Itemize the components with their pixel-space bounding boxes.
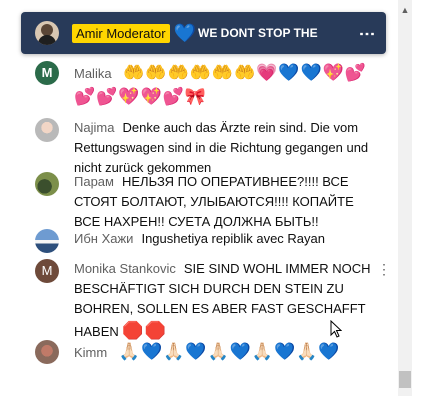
author-name[interactable]: Kimm [74,345,107,360]
message-body: Najima Denke auch das Ärzte rein sind. Di… [74,118,374,178]
kebab-icon[interactable]: ⋮ [377,262,390,276]
message-emoji: 🤲🤲🤲🤲🤲🤲💗💙💙💖💕💕💕💖💖💕🎀 [74,63,368,106]
right-gutter [412,0,438,396]
avatar[interactable] [35,118,59,142]
pinned-message-content: WE DONT STOP THE ... [198,26,320,40]
pinned-message-banner[interactable]: Amir Moderator 💙 WE DONT STOP THE ... ⋮ [21,12,386,54]
message-text: НЕЛЬЗЯ ПО ОПЕРАТИВНЕЕ?!!!! ВСЕ СТОЯТ БОЛ… [74,174,354,229]
avatar[interactable] [35,172,59,196]
message-text: Ingushetiya repiblik avec Rayan [141,231,326,246]
author-name[interactable]: Ибн Хажи [74,231,133,246]
chat-message-ibn-hazhi: Ибн Хажи Ingushetiya repiblik avec Rayan [35,229,374,253]
blue-heart-icon: 💙 [173,22,196,43]
moderator-badge[interactable]: Amir Moderator [72,23,170,43]
kebab-icon[interactable]: ⋮ [358,26,375,40]
chat-message-kimm: Kimm 🙏🏻💙🙏🏻💙🙏🏻💙🙏🏻💙🙏🏻💙 [35,340,374,364]
avatar[interactable] [35,340,59,364]
message-body: Ибн Хажи Ingushetiya repiblik avec Rayan [74,229,374,253]
chat-message-malika: M Malika 🤲🤲🤲🤲🤲🤲💗💙💙💖💕💕💕💖💖💕🎀 [35,61,374,109]
message-body: Kimm 🙏🏻💙🙏🏻💙🙏🏻💙🙏🏻💙🙏🏻💙 [74,340,374,364]
mouse-pointer-icon [330,320,342,338]
scrollbar-thumb[interactable] [399,371,411,388]
pinned-message-text: 💙 WE DONT STOP THE ... [174,23,320,44]
avatar[interactable] [35,229,59,253]
chevron-up-icon[interactable]: ▲ [400,5,410,15]
message-body: Парам НЕЛЬЗЯ ПО ОПЕРАТИВНЕЕ?!!!! ВСЕ СТОЯ… [74,172,374,232]
chat-message-param: Парам НЕЛЬЗЯ ПО ОПЕРАТИВНЕЕ?!!!! ВСЕ СТОЯ… [35,172,374,232]
chat-message-monika-stankovic: M Monika Stankovic SIE SIND WOHL IMMER NO… [35,259,390,343]
message-emoji: 🛑🛑 [122,321,167,340]
avatar[interactable]: M [35,61,59,85]
avatar[interactable]: M [35,259,59,283]
chat-scrollbar[interactable]: ▲ [398,0,412,396]
author-name[interactable]: Najima [74,120,114,135]
avatar[interactable] [35,21,59,45]
author-name[interactable]: Парам [74,174,114,189]
author-name[interactable]: Malika [74,66,112,81]
message-body: Monika Stankovic SIE SIND WOHL IMMER NOCH… [74,259,374,343]
author-name[interactable]: Monika Stankovic [74,261,176,276]
message-text: Denke auch das Ärzte rein sind. Die vom … [74,120,369,175]
message-body: Malika 🤲🤲🤲🤲🤲🤲💗💙💙💖💕💕💕💖💖💕🎀 [74,61,374,109]
chat-message-najima: Najima Denke auch das Ärzte rein sind. Di… [35,118,374,178]
message-emoji: 🙏🏻💙🙏🏻💙🙏🏻💙🙏🏻💙🙏🏻💙 [118,342,341,361]
